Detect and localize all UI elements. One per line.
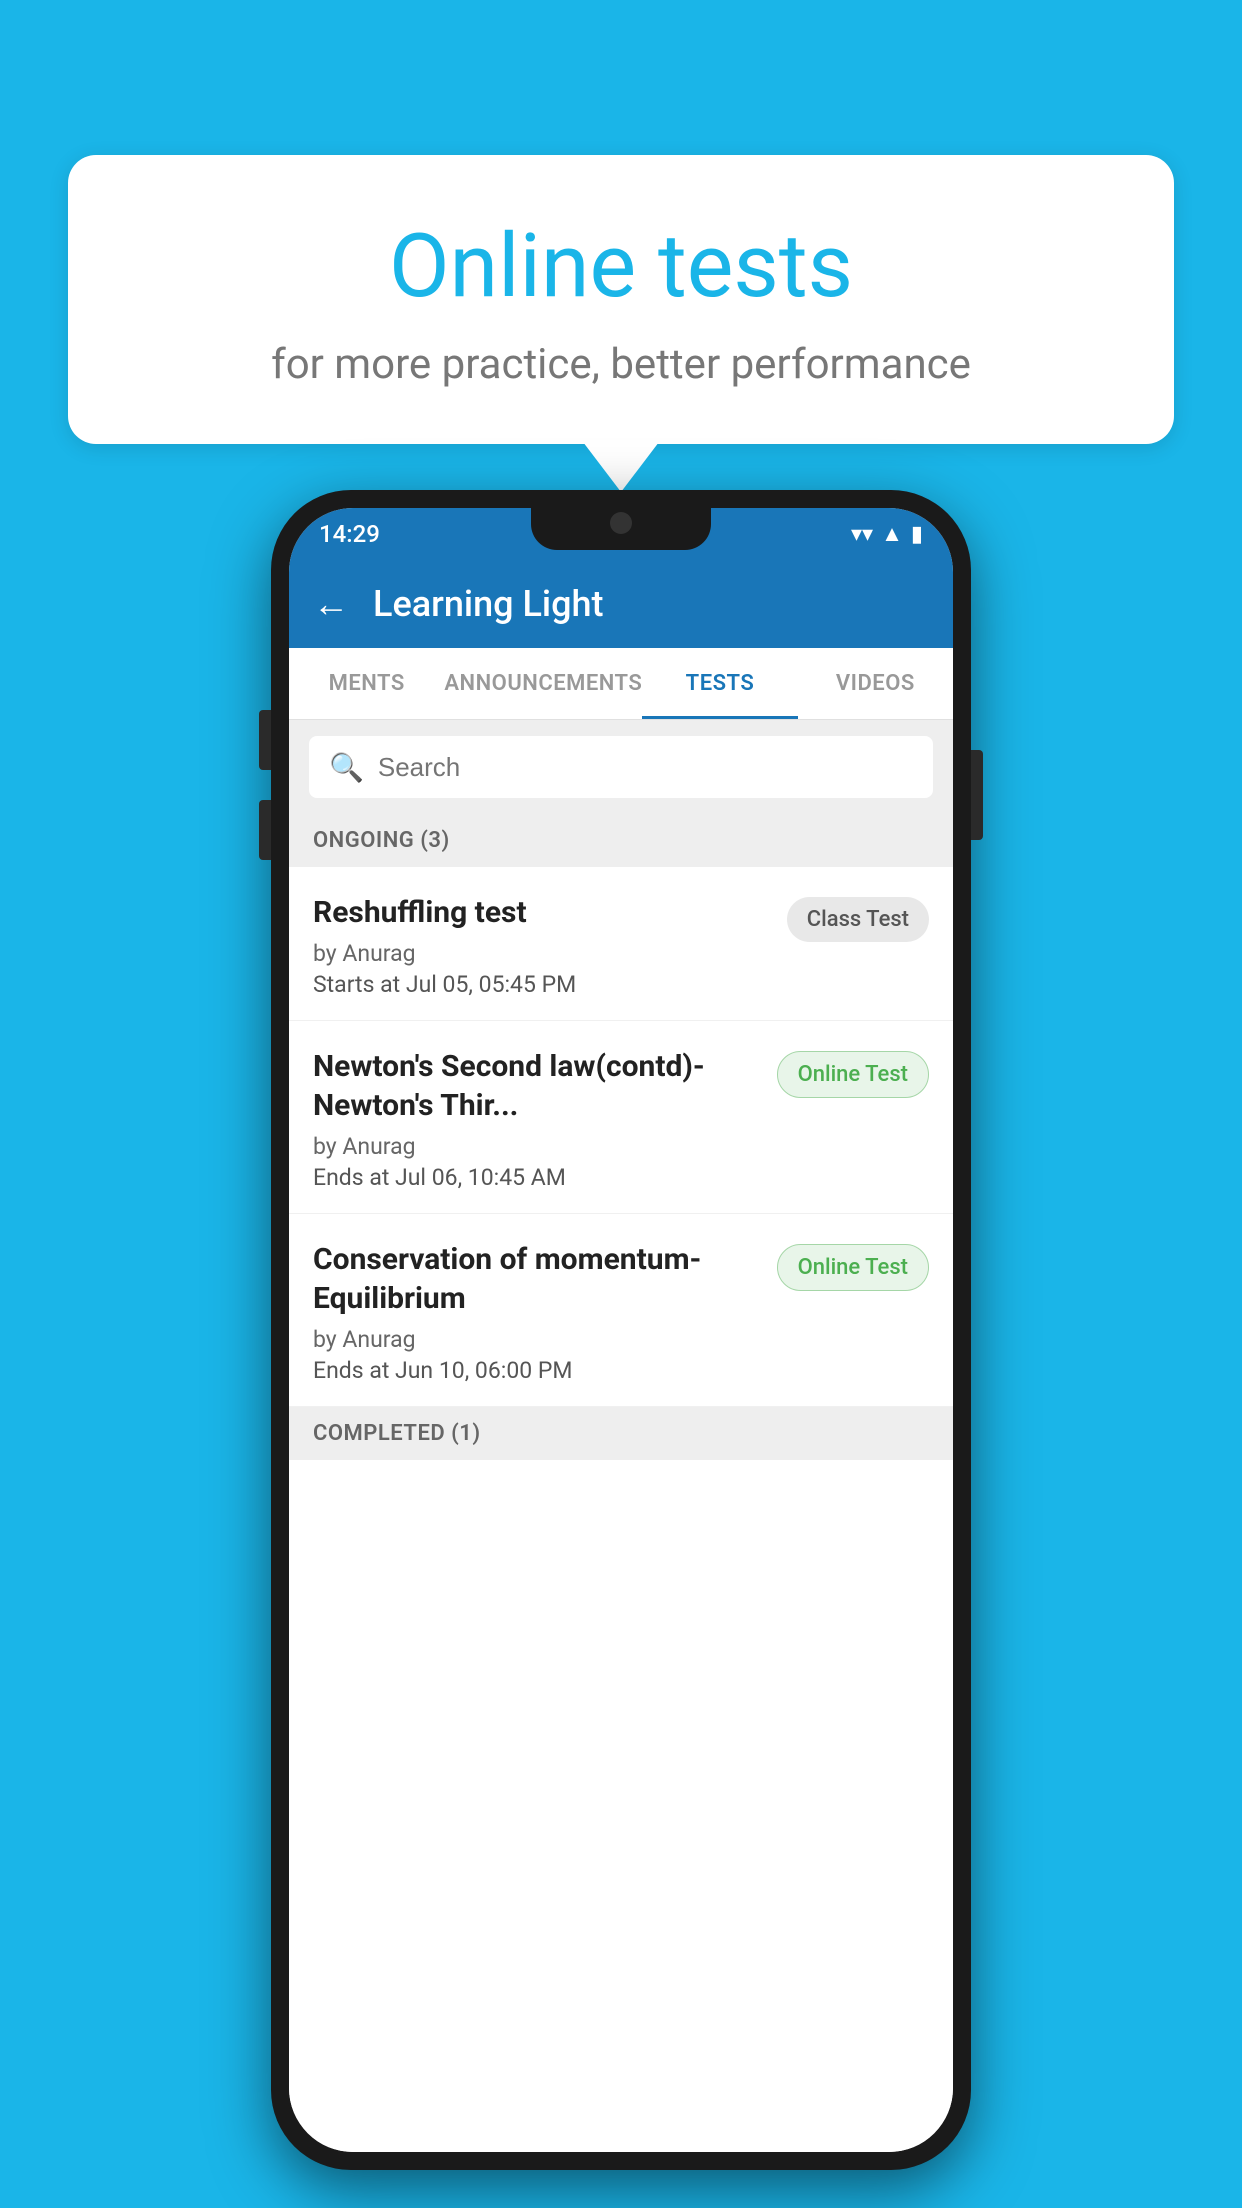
wifi-icon: ▾▾ xyxy=(851,522,873,547)
search-input[interactable] xyxy=(378,752,913,783)
test-item-3[interactable]: Conservation of momentum-Equilibrium by … xyxy=(289,1214,953,1407)
test-item[interactable]: Reshuffling test by Anurag Starts at Jul… xyxy=(289,867,953,1021)
app-header: ← Learning Light xyxy=(289,560,953,648)
test-info-1: Reshuffling test by Anurag Starts at Jul… xyxy=(313,893,787,998)
test-author-1: by Anurag xyxy=(313,940,771,967)
test-name-1: Reshuffling test xyxy=(313,893,771,932)
test-name-2: Newton's Second law(contd)-Newton's Thir… xyxy=(313,1047,761,1125)
phone-side-btn-power xyxy=(971,750,983,840)
phone-outer: 14:29 ▾▾ ▲ ▮ ← Learning Light MENTS ANNO… xyxy=(271,490,971,2170)
speech-bubble: Online tests for more practice, better p… xyxy=(68,155,1174,444)
test-info-3: Conservation of momentum-Equilibrium by … xyxy=(313,1240,777,1384)
tab-videos[interactable]: VIDEOS xyxy=(798,648,953,719)
app-title: Learning Light xyxy=(373,583,603,625)
phone-side-btn-volume-down xyxy=(259,800,271,860)
phone-screen: 14:29 ▾▾ ▲ ▮ ← Learning Light MENTS ANNO… xyxy=(289,508,953,2152)
test-date-2: Ends at Jul 06, 10:45 AM xyxy=(313,1164,761,1191)
test-date-1: Starts at Jul 05, 05:45 PM xyxy=(313,971,771,998)
test-author-2: by Anurag xyxy=(313,1133,761,1160)
status-time: 14:29 xyxy=(319,520,380,548)
test-info-2: Newton's Second law(contd)-Newton's Thir… xyxy=(313,1047,777,1191)
phone-side-btn-volume-up xyxy=(259,710,271,770)
test-badge-1: Class Test xyxy=(787,897,929,942)
test-date-3: Ends at Jun 10, 06:00 PM xyxy=(313,1357,761,1384)
test-item-2[interactable]: Newton's Second law(contd)-Newton's Thir… xyxy=(289,1021,953,1214)
phone-container: 14:29 ▾▾ ▲ ▮ ← Learning Light MENTS ANNO… xyxy=(271,490,971,2170)
bubble-title: Online tests xyxy=(118,215,1124,318)
search-bar[interactable]: 🔍 xyxy=(309,736,933,798)
signal-icon: ▲ xyxy=(881,521,903,547)
search-icon: 🔍 xyxy=(329,751,364,784)
tabs-bar: MENTS ANNOUNCEMENTS TESTS VIDEOS xyxy=(289,648,953,720)
bubble-subtitle: for more practice, better performance xyxy=(118,340,1124,389)
battery-icon: ▮ xyxy=(911,522,923,547)
status-icons: ▾▾ ▲ ▮ xyxy=(851,521,923,547)
completed-section-header: COMPLETED (1) xyxy=(289,1407,953,1460)
test-badge-2: Online Test xyxy=(777,1051,929,1098)
test-name-3: Conservation of momentum-Equilibrium xyxy=(313,1240,761,1318)
test-author-3: by Anurag xyxy=(313,1326,761,1353)
test-list: Reshuffling test by Anurag Starts at Jul… xyxy=(289,867,953,2152)
phone-camera xyxy=(610,512,632,534)
ongoing-section-header: ONGOING (3) xyxy=(289,814,953,867)
test-badge-3: Online Test xyxy=(777,1244,929,1291)
back-button[interactable]: ← xyxy=(313,583,349,625)
search-container: 🔍 xyxy=(289,720,953,814)
tab-assignments[interactable]: MENTS xyxy=(289,648,444,719)
tab-tests[interactable]: TESTS xyxy=(642,648,797,719)
tab-announcements[interactable]: ANNOUNCEMENTS xyxy=(444,648,642,719)
